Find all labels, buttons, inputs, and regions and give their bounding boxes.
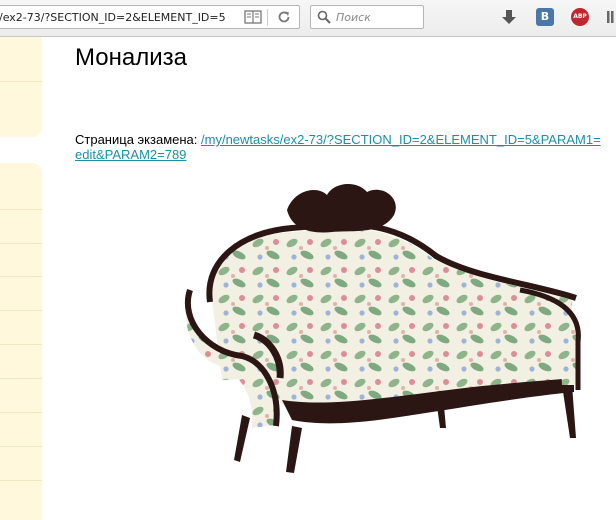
search-placeholder[interactable]: Поиск bbox=[336, 11, 371, 24]
search-bar[interactable]: Поиск bbox=[310, 5, 424, 29]
search-icon bbox=[317, 10, 331, 24]
adblock-icon[interactable]: ABP bbox=[571, 8, 589, 26]
sidebar-divider bbox=[0, 344, 42, 345]
sidebar-divider bbox=[0, 243, 42, 244]
reload-icon[interactable] bbox=[276, 9, 292, 25]
browser-toolbar: /ex2-73/?SECTION_ID=2&ELEMENT_ID=5 Поиск… bbox=[0, 0, 616, 37]
sidebar-divider bbox=[0, 310, 42, 311]
urlbar-divider bbox=[267, 9, 268, 26]
sidebar-divider bbox=[0, 480, 42, 481]
exam-page-line: Страница экзамена: /my/newtasks/ex2-73/?… bbox=[75, 132, 605, 162]
url-bar[interactable]: /ex2-73/?SECTION_ID=2&ELEMENT_ID=5 bbox=[0, 5, 300, 29]
url-text[interactable]: /ex2-73/?SECTION_ID=2&ELEMENT_ID=5 bbox=[0, 11, 226, 24]
sidebar-divider bbox=[0, 209, 42, 210]
sidebar-divider bbox=[0, 378, 42, 379]
vk-icon[interactable]: B bbox=[536, 8, 554, 26]
download-icon[interactable] bbox=[500, 8, 518, 26]
exam-page-label: Страница экзамена: bbox=[75, 132, 198, 147]
sofa-image bbox=[185, 184, 581, 473]
sidebar-menu-panel bbox=[0, 163, 42, 520]
sidebar-divider bbox=[0, 81, 42, 82]
reader-view-icon[interactable] bbox=[244, 10, 262, 24]
library-icon[interactable] bbox=[606, 8, 616, 26]
page-title: Монализа bbox=[75, 44, 187, 71]
sidebar-top-panel bbox=[0, 37, 42, 137]
sidebar-divider bbox=[0, 276, 42, 277]
sidebar-divider bbox=[0, 412, 42, 413]
sidebar-divider bbox=[0, 446, 42, 447]
